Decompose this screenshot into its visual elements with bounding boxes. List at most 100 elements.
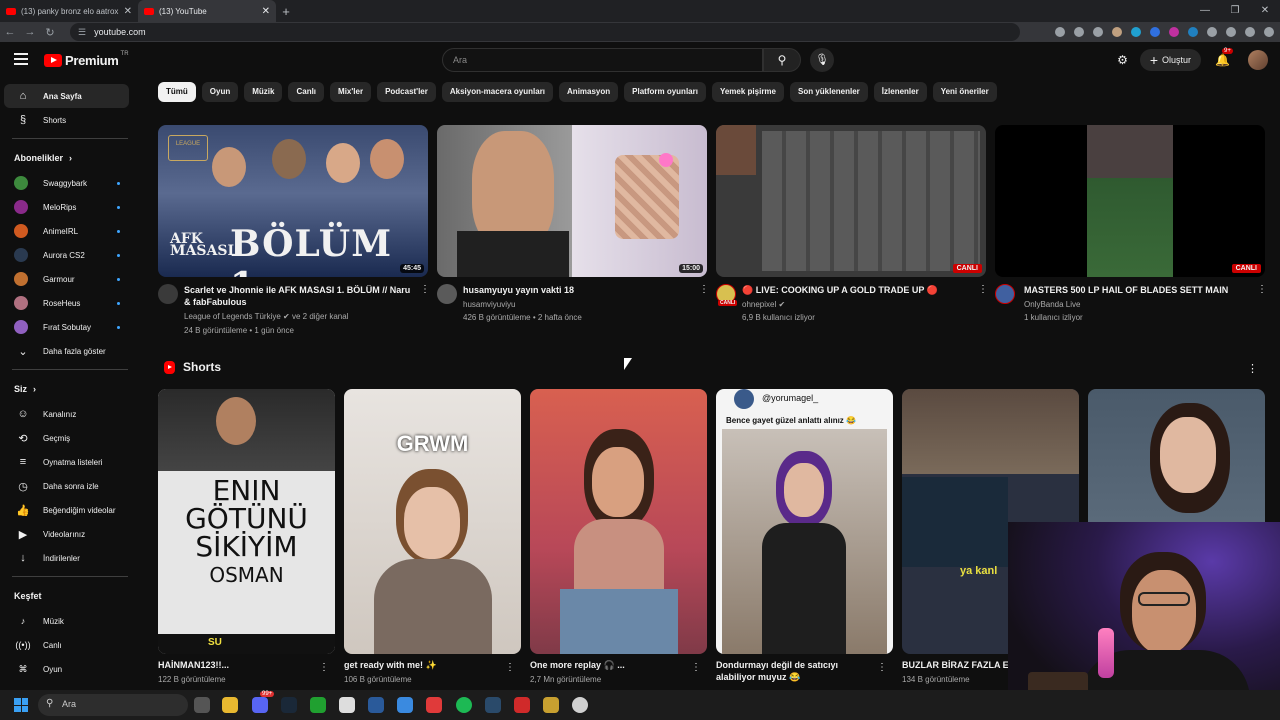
channel-avatar[interactable]: [158, 284, 178, 304]
forward-icon[interactable]: →: [20, 26, 40, 38]
video-thumbnail[interactable]: 15:00: [437, 125, 707, 277]
minimize-icon[interactable]: —: [1190, 0, 1220, 22]
league-icon[interactable]: [543, 697, 559, 713]
filter-chip[interactable]: Aksiyon-macera oyunları: [441, 82, 554, 102]
sidebar-subscription[interactable]: Swaggybark: [0, 171, 140, 195]
video-thumbnail[interactable]: CANLI: [995, 125, 1265, 277]
hamburger-menu-icon[interactable]: [14, 53, 28, 68]
sidebar-subscription[interactable]: MeloRips: [0, 195, 140, 219]
back-icon[interactable]: ←: [0, 26, 20, 38]
channel-name[interactable]: League of Legends Türkiye: [184, 312, 281, 321]
create-button[interactable]: + Oluştur: [1139, 49, 1202, 71]
show-more-subscriptions[interactable]: ⌄ Daha fazla göster: [0, 339, 140, 363]
sidebar-item[interactable]: ☺ Kanalınız: [0, 402, 140, 426]
site-info-icon[interactable]: ☰: [78, 27, 86, 38]
filter-chip[interactable]: Mix'ler: [330, 82, 372, 102]
sidebar-item[interactable]: ⟲ Geçmiş: [0, 426, 140, 450]
search-button[interactable]: ⚲: [763, 48, 801, 72]
channel-name[interactable]: OnlyBanda Live: [1024, 300, 1080, 309]
channel-name[interactable]: ohnepixel: [742, 300, 776, 309]
notion-icon[interactable]: [339, 697, 355, 713]
filter-chip[interactable]: Canlı: [288, 82, 325, 102]
more-options-icon[interactable]: ⋮: [319, 662, 329, 673]
more-options-icon[interactable]: ⋮: [505, 662, 515, 673]
sidebar-subscription[interactable]: Garmour: [0, 267, 140, 291]
xbox-icon[interactable]: [310, 697, 326, 713]
sidebar-item[interactable]: ((•)) Canlı: [0, 633, 140, 657]
filter-chip[interactable]: İzlenenler: [873, 82, 927, 102]
file-explorer-icon[interactable]: [222, 697, 238, 713]
sidebar-item-home[interactable]: ⌂ Ana Sayfa: [4, 84, 129, 108]
sidebar-subscription[interactable]: Fırat Sobutay: [0, 315, 140, 339]
sidebar-item[interactable]: ◷ Daha sonra izle: [0, 474, 140, 498]
more-options-icon[interactable]: ⋮: [877, 662, 887, 673]
task-view-icon[interactable]: [194, 697, 210, 713]
install-app-icon[interactable]: [1055, 27, 1065, 37]
subscriptions-header[interactable]: Abonelikler ›: [0, 145, 140, 171]
more-options-icon[interactable]: ⋮: [1247, 362, 1258, 375]
sidebar-item[interactable]: ♪ Müzik: [0, 609, 140, 633]
discord-icon[interactable]: 99+: [252, 691, 275, 713]
sidebar-item[interactable]: ▶ Videolarınız: [0, 522, 140, 546]
notifications-bell-icon[interactable]: 🔔 9+: [1215, 48, 1233, 67]
filter-chip[interactable]: Oyun: [201, 82, 239, 102]
sidebar-item[interactable]: ↓ İndirilenler: [0, 546, 140, 570]
sidebar-subscription[interactable]: RoseHeus: [0, 291, 140, 315]
close-tab-icon[interactable]: ✕: [262, 6, 270, 17]
filter-chip[interactable]: Tümü: [158, 82, 196, 102]
app-icon[interactable]: [514, 697, 530, 713]
video-title[interactable]: 🔴 LIVE: COOKING UP A GOLD TRADE UP 🔴: [742, 284, 972, 296]
profile-icon[interactable]: [1245, 27, 1255, 37]
video-thumbnail[interactable]: LEAGUE AFK MASASI BÖLÜM 1 45:45: [158, 125, 428, 277]
short-title[interactable]: One more replay 🎧 ...: [530, 659, 690, 671]
app-icon[interactable]: [426, 697, 442, 713]
filter-chip[interactable]: Podcast'ler: [377, 82, 436, 102]
extension-icon[interactable]: [1169, 27, 1179, 37]
more-options-icon[interactable]: ⋮: [978, 284, 988, 295]
youtube-logo[interactable]: Premium TR: [44, 51, 129, 68]
steam-icon[interactable]: [281, 697, 297, 713]
search-input[interactable]: Ara: [442, 48, 763, 72]
voice-search-button[interactable]: 🎙: [810, 48, 834, 72]
video-title[interactable]: Scarlet ve Jhonnie ile AFK MASASI 1. BÖL…: [184, 284, 414, 308]
restore-icon[interactable]: ❐: [1220, 0, 1250, 22]
filter-chip[interactable]: Yeni öneriler: [932, 82, 997, 102]
extension-icon[interactable]: [1131, 27, 1141, 37]
sidebar-item[interactable]: ≡ Oynatma listeleri: [0, 450, 140, 474]
account-avatar[interactable]: [1248, 50, 1268, 70]
app-icon[interactable]: [397, 697, 413, 713]
kebab-menu-icon[interactable]: [1264, 27, 1274, 37]
bookmark-star-icon[interactable]: [1093, 27, 1103, 37]
browser-tab-active[interactable]: (13) YouTube ✕: [138, 0, 276, 22]
sidebar-item[interactable]: ⌘ Oyun: [0, 657, 140, 681]
taskbar-search[interactable]: ⚲ Ara: [38, 694, 188, 716]
short-thumbnail[interactable]: ENIN GÖTÜNÜ SİKİYİM OSMAN SU: [158, 389, 335, 654]
filter-chip[interactable]: Yemek pişirme: [711, 82, 784, 102]
filter-chip[interactable]: Müzik: [244, 82, 283, 102]
more-options-icon[interactable]: ⋮: [1257, 284, 1267, 295]
short-thumbnail[interactable]: [530, 389, 707, 654]
sidebar-item[interactable]: 👍 Beğendiğim videolar: [0, 498, 140, 522]
filter-chip[interactable]: Platform oyunları: [624, 82, 706, 102]
close-window-icon[interactable]: ✕: [1250, 0, 1280, 22]
puzzle-icon[interactable]: [1207, 27, 1217, 37]
short-thumbnail[interactable]: GRWM: [344, 389, 521, 654]
extension-icon[interactable]: [1150, 27, 1160, 37]
url-field[interactable]: ☰ youtube.com: [70, 23, 1020, 41]
cast-icon[interactable]: ⚙: [1117, 53, 1128, 67]
you-header[interactable]: Siz ›: [0, 376, 140, 402]
short-thumbnail[interactable]: @yorumagel_ Bence gayet güzel anlattı al…: [716, 389, 893, 654]
more-options-icon[interactable]: ⋮: [691, 662, 701, 673]
short-title[interactable]: Dondurmayı değil de satıcıyı alabiliyor …: [716, 659, 876, 683]
app-icon[interactable]: [368, 697, 384, 713]
filter-chip[interactable]: Son yüklenenler: [790, 82, 868, 102]
short-title[interactable]: get ready with me! ✨: [344, 659, 504, 671]
browser-tab[interactable]: (13) panky bronz elo aatrox - Y ✕: [0, 0, 138, 22]
video-title[interactable]: MASTERS 500 LP HAIL OF BLADES SETT MAIN: [1024, 284, 1254, 296]
extension-icon[interactable]: [1112, 27, 1122, 37]
chrome-icon[interactable]: [572, 697, 588, 713]
filter-chip[interactable]: Animasyon: [559, 82, 619, 102]
download-icon[interactable]: [1226, 27, 1236, 37]
channel-name[interactable]: husamviyuviyu: [463, 300, 515, 309]
more-options-icon[interactable]: ⋮: [420, 284, 430, 295]
